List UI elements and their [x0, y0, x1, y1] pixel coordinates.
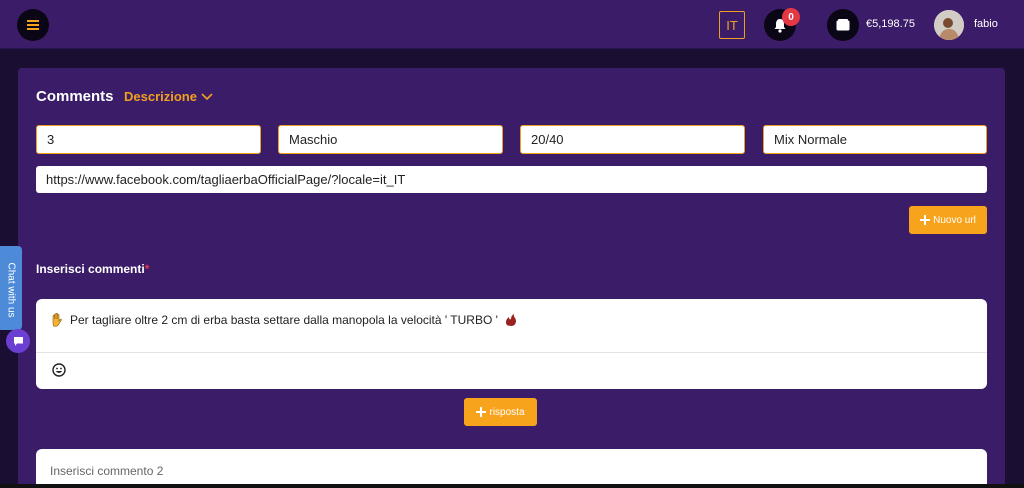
chevron-down-icon [201, 92, 213, 100]
mix-field[interactable]: Mix Normale [763, 125, 987, 154]
ratio-field[interactable]: 20/40 [520, 125, 745, 154]
comment-2-placeholder: Inserisci commento 2 [50, 464, 164, 478]
required-mark: * [144, 262, 150, 276]
new-url-button[interactable]: Nuovo url [909, 206, 987, 234]
comment-editor-2[interactable]: Inserisci commento 2 [36, 449, 987, 488]
chat-icon [13, 336, 23, 346]
plus-icon [476, 407, 487, 417]
new-url-label: Nuovo url [933, 214, 976, 226]
reply-button[interactable]: risposta [464, 398, 537, 426]
smiley-icon[interactable] [52, 363, 66, 377]
comment-1[interactable]: Per tagliare oltre 2 cm di erba basta se… [50, 313, 518, 327]
comments-label: Inserisci commenti* [36, 262, 149, 276]
description-label: Descrizione [124, 89, 197, 104]
comment-editor-1[interactable]: Per tagliare oltre 2 cm di erba basta se… [36, 299, 987, 389]
editor-divider [36, 352, 987, 353]
language-button[interactable]: IT [719, 11, 745, 39]
quantity-field[interactable]: 3 [36, 125, 261, 154]
wallet-button[interactable] [827, 9, 859, 41]
hand-emoji-icon [52, 313, 62, 327]
bottom-scrollbar[interactable] [0, 484, 1024, 488]
chat-with-us-label: Chat with us [5, 262, 17, 318]
url-field[interactable]: https://www.facebook.com/tagliaerbaOffic… [36, 166, 987, 193]
comments-label-text: Inserisci commenti [36, 262, 145, 276]
wallet-icon [836, 19, 850, 31]
page-title: Comments [36, 88, 114, 105]
description-toggle[interactable]: Descrizione [124, 89, 213, 104]
menu-button[interactable] [17, 9, 49, 41]
comment-1-text: Per tagliare oltre 2 cm di erba basta se… [70, 313, 498, 327]
user-avatar-icon [934, 10, 964, 40]
avatar[interactable] [934, 10, 964, 40]
reply-label: risposta [489, 406, 525, 418]
wallet-balance: €5,198.75 [866, 18, 915, 30]
hamburger-icon [27, 20, 39, 30]
flame-emoji-icon [505, 314, 516, 326]
gender-field[interactable]: Maschio [278, 125, 503, 154]
notifications-badge: 0 [782, 8, 800, 26]
plus-icon [920, 215, 931, 225]
username[interactable]: fabio [974, 18, 998, 30]
chat-button[interactable] [6, 329, 30, 353]
